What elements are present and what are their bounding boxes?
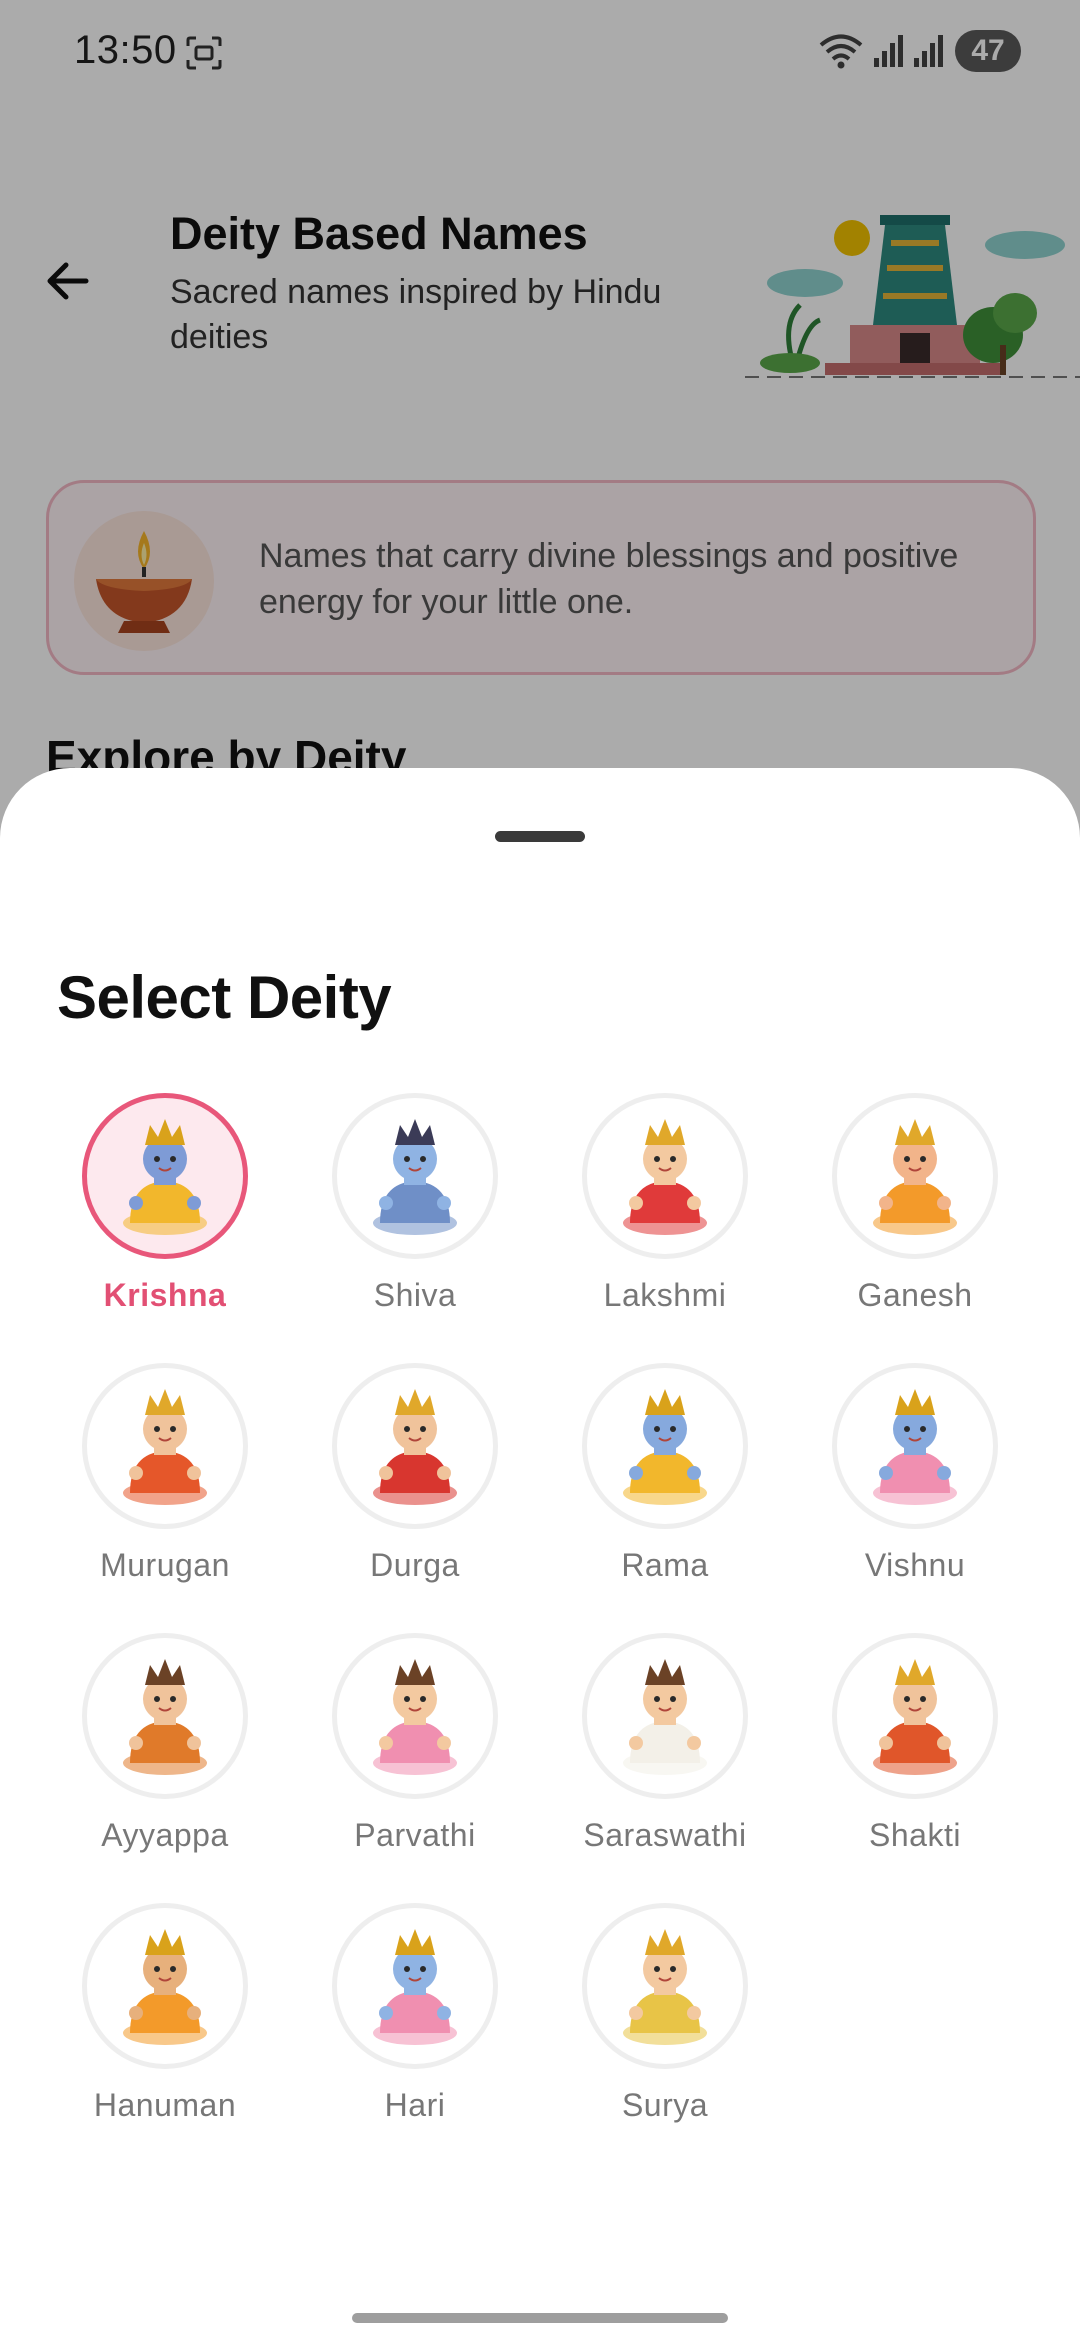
- lakshmi-icon: [623, 1119, 707, 1235]
- deity-option-parvathi[interactable]: Parvathi: [290, 1633, 540, 1873]
- deity-label: Vishnu: [864, 1547, 966, 1583]
- deity-bottom-sheet: Select Deity Krishna Shiva Lakshmi Ganesh Mu…: [0, 768, 1080, 2340]
- deity-avatar: [332, 1093, 498, 1259]
- deity-option-murugan[interactable]: Murugan: [40, 1363, 290, 1603]
- deity-avatar: [332, 1633, 498, 1799]
- murugan-icon: [123, 1389, 207, 1505]
- deity-avatar: [582, 1363, 748, 1529]
- deity-label: Hari: [384, 2087, 446, 2123]
- deity-label: Ayyappa: [101, 1817, 229, 1853]
- deity-avatar: [582, 1633, 748, 1799]
- deity-option-hanuman[interactable]: Hanuman: [40, 1903, 290, 2143]
- deity-option-ganesh[interactable]: Ganesh: [790, 1093, 1040, 1333]
- deity-avatar: [332, 1903, 498, 2069]
- deity-label: Hanuman: [93, 2087, 237, 2123]
- deity-avatar: [832, 1363, 998, 1529]
- deity-avatar: [332, 1363, 498, 1529]
- deity-avatar: [82, 1633, 248, 1799]
- deity-label: Rama: [621, 1547, 709, 1583]
- drag-handle[interactable]: [495, 831, 585, 842]
- deity-option-surya[interactable]: Surya: [540, 1903, 790, 2143]
- deity-avatar: [82, 1093, 248, 1259]
- deity-avatar: [832, 1093, 998, 1259]
- deity-option-shakti[interactable]: Shakti: [790, 1633, 1040, 1873]
- deity-option-durga[interactable]: Durga: [290, 1363, 540, 1603]
- deity-label: Murugan: [100, 1547, 230, 1583]
- durga-icon: [373, 1389, 457, 1505]
- deity-label: Parvathi: [354, 1817, 476, 1853]
- home-indicator[interactable]: [352, 2313, 728, 2323]
- deity-label: Ganesh: [857, 1277, 973, 1313]
- deity-option-krishna[interactable]: Krishna: [40, 1093, 290, 1333]
- deity-option-hari[interactable]: Hari: [290, 1903, 540, 2143]
- deity-option-rama[interactable]: Rama: [540, 1363, 790, 1603]
- deity-label: Shiva: [373, 1277, 457, 1313]
- vishnu-icon: [873, 1389, 957, 1505]
- deity-avatar: [832, 1633, 998, 1799]
- surya-icon: [623, 1929, 707, 2045]
- deity-label: Saraswathi: [583, 1817, 747, 1853]
- deity-avatar: [82, 1903, 248, 2069]
- deity-option-lakshmi[interactable]: Lakshmi: [540, 1093, 790, 1333]
- saraswathi-icon: [623, 1659, 707, 1775]
- shiva-icon: [373, 1119, 457, 1235]
- deity-label: Surya: [621, 2087, 709, 2123]
- screen: 13:50 47 Deity Based Names Sacred names …: [0, 0, 1080, 2340]
- deity-label: Lakshmi: [603, 1277, 727, 1313]
- ayyappa-icon: [123, 1659, 207, 1775]
- deity-label: Durga: [370, 1547, 460, 1583]
- shakti-icon: [873, 1659, 957, 1775]
- deity-avatar: [582, 1093, 748, 1259]
- rama-icon: [623, 1389, 707, 1505]
- deity-label: Shakti: [869, 1817, 961, 1853]
- ganesh-icon: [873, 1119, 957, 1235]
- deity-label: Krishna: [103, 1277, 227, 1313]
- deity-option-saraswathi[interactable]: Saraswathi: [540, 1633, 790, 1873]
- krishna-icon: [123, 1119, 207, 1235]
- parvathi-icon: [373, 1659, 457, 1775]
- deity-avatar: [582, 1903, 748, 2069]
- deity-option-vishnu[interactable]: Vishnu: [790, 1363, 1040, 1603]
- sheet-title: Select Deity: [57, 964, 392, 1031]
- deity-avatar: [82, 1363, 248, 1529]
- hari-icon: [373, 1929, 457, 2045]
- deity-option-shiva[interactable]: Shiva: [290, 1093, 540, 1333]
- deity-option-ayyappa[interactable]: Ayyappa: [40, 1633, 290, 1873]
- hanuman-icon: [123, 1929, 207, 2045]
